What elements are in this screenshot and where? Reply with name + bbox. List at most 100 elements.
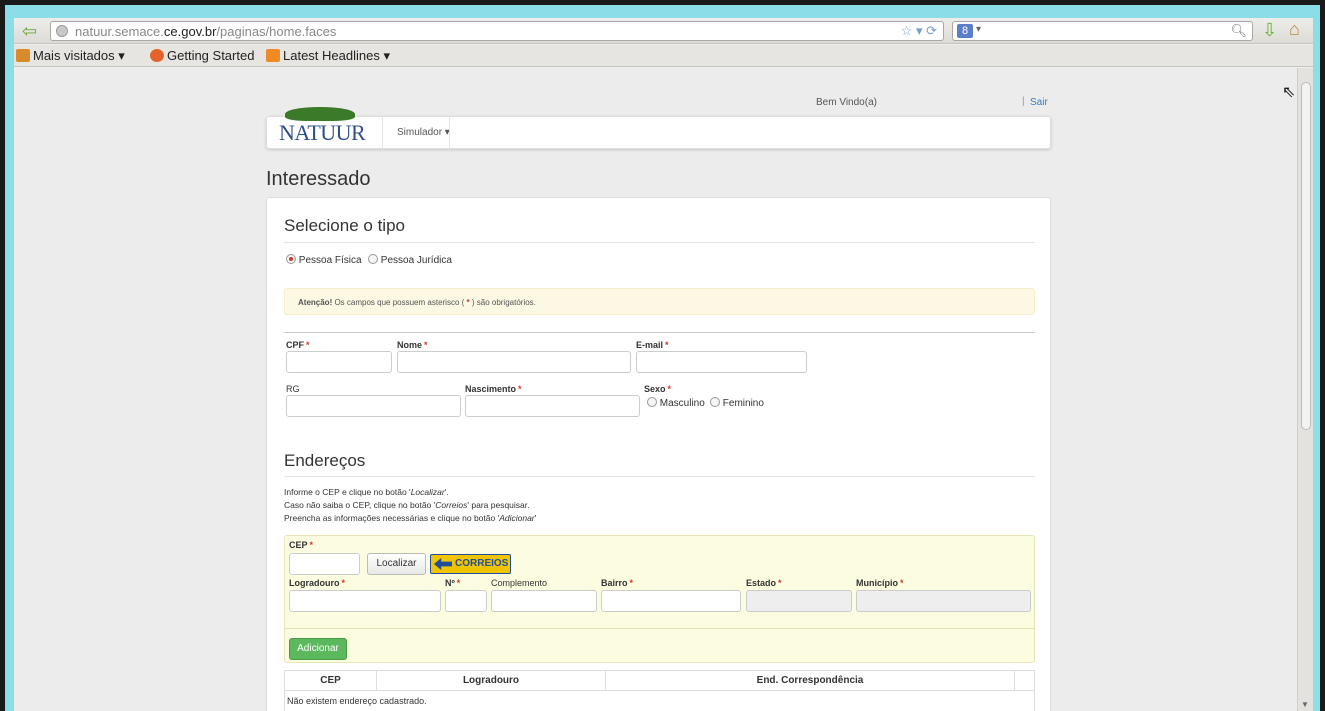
- cep-label: CEP *: [289, 540, 313, 550]
- alert-text: Os campos que possuem asterisco (: [332, 298, 467, 307]
- bookmark-label: Mais visitados ▾: [33, 48, 125, 63]
- alert-text: ) são obrigatórios.: [469, 298, 536, 307]
- help-emphasis: Correios: [435, 500, 468, 510]
- nav-divider: [449, 117, 450, 148]
- label-text: Município: [856, 578, 898, 588]
- search-icon[interactable]: 🔍︎: [1230, 23, 1247, 39]
- label-text: Sexo: [644, 384, 666, 394]
- browser-window: ⇦ natuur.semace.ce.gov.br/paginas/home.f…: [14, 18, 1313, 711]
- required-mark: *: [309, 540, 314, 550]
- email-input[interactable]: [636, 351, 807, 373]
- address-table: CEP Logradouro End. Correspondência Não …: [284, 670, 1035, 711]
- home-icon[interactable]: ⌂: [1289, 19, 1300, 40]
- radio-selected-icon[interactable]: [286, 254, 296, 264]
- download-icon[interactable]: ⇩: [1262, 20, 1277, 41]
- label-text: CEP: [289, 540, 308, 550]
- nascimento-input[interactable]: [465, 395, 640, 417]
- mouse-cursor-icon: ⇖: [1282, 84, 1296, 101]
- correios-logo-icon: [434, 558, 452, 570]
- column-header-logradouro: Logradouro: [377, 671, 606, 690]
- bookmark-latest-headlines[interactable]: Latest Headlines ▾: [266, 48, 390, 64]
- help-line-2: Caso não saiba o CEP, clique no botão 'C…: [284, 500, 530, 510]
- scroll-down-icon[interactable]: ▼: [1301, 700, 1309, 709]
- nav-divider: [382, 117, 383, 148]
- radio-label: Feminino: [722, 398, 764, 409]
- localizar-button[interactable]: Localizar: [367, 553, 426, 575]
- complemento-input[interactable]: [491, 590, 597, 612]
- required-mark: *: [900, 578, 904, 588]
- bookmarks-toolbar: Mais visitados ▾ Getting Started Latest …: [14, 45, 1313, 67]
- page-scrollbar[interactable]: ▼: [1297, 68, 1313, 711]
- search-engine-dropdown-icon[interactable]: ▾: [976, 24, 981, 35]
- radio-pessoa-fisica[interactable]: Pessoa Física: [286, 254, 362, 266]
- bookmark-label: Latest Headlines ▾: [283, 48, 390, 63]
- sexo-label: Sexo *: [644, 384, 671, 394]
- radio-icon[interactable]: [647, 397, 657, 407]
- bookmark-label: Getting Started: [167, 48, 255, 63]
- bairro-input[interactable]: [601, 590, 741, 612]
- radio-label: Masculino: [659, 398, 705, 409]
- numero-input[interactable]: [445, 590, 487, 612]
- rg-input[interactable]: [286, 395, 461, 417]
- radio-pessoa-juridica[interactable]: Pessoa Jurídica: [368, 254, 452, 266]
- browser-toolbar: ⇦ natuur.semace.ce.gov.br/paginas/home.f…: [14, 18, 1313, 44]
- search-bar[interactable]: 8 ▾ 🔍︎: [952, 21, 1253, 41]
- correios-text: CORREIOS: [455, 558, 509, 569]
- logout-link[interactable]: Sair: [1030, 97, 1048, 108]
- radio-icon[interactable]: [710, 397, 720, 407]
- simulador-menu[interactable]: Simulador ▾: [397, 127, 450, 138]
- label-text: Nº: [445, 578, 455, 588]
- email-label: E-mail *: [636, 340, 669, 350]
- cpf-input[interactable]: [286, 351, 392, 373]
- cep-input[interactable]: [289, 553, 360, 575]
- estado-label: Estado *: [746, 578, 782, 588]
- logradouro-input[interactable]: [289, 590, 441, 612]
- bookmark-star-reload-icons[interactable]: ☆ ▾ ⟳: [901, 23, 937, 39]
- search-engine-icon[interactable]: 8: [957, 24, 973, 38]
- required-mark: *: [667, 384, 672, 394]
- top-navbar: NATUUR Simulador ▾: [266, 107, 1051, 149]
- scrollbar-thumb[interactable]: [1301, 82, 1311, 430]
- table-empty-row: Não existem endereço cadastrado.: [285, 690, 1034, 711]
- municipio-input: [856, 590, 1031, 612]
- cpf-label: CPF *: [286, 340, 310, 350]
- help-text: ': [534, 513, 537, 523]
- help-text: '.: [444, 487, 449, 497]
- complemento-label: Complemento: [491, 578, 548, 588]
- nome-input[interactable]: [397, 351, 631, 373]
- municipio-label: Município *: [856, 578, 904, 588]
- divider: [284, 332, 1035, 333]
- required-mark: *: [778, 578, 782, 588]
- required-mark: *: [456, 578, 461, 588]
- nascimento-label: Nascimento *: [465, 384, 522, 394]
- back-arrow-icon[interactable]: ⇦: [22, 22, 44, 40]
- url-text: natuur.semace.ce.gov.br/paginas/home.fac…: [75, 24, 336, 39]
- label-text: CPF: [286, 340, 304, 350]
- radio-feminino[interactable]: Feminino: [710, 397, 764, 409]
- url-path: /paginas/home.faces: [216, 24, 337, 39]
- column-header-correspondencia: End. Correspondência: [606, 671, 1015, 690]
- logradouro-label: Logradouro *: [289, 578, 345, 588]
- logo-text: NATUUR: [279, 120, 366, 145]
- bookmark-getting-started[interactable]: Getting Started: [150, 48, 254, 63]
- page-viewport: Bem Vindo(a) | Sair NATUUR Simulador ▾ I…: [14, 68, 1297, 711]
- required-mark: *: [341, 578, 346, 588]
- adicionar-button[interactable]: Adicionar: [289, 638, 347, 660]
- folder-icon: [16, 49, 30, 62]
- required-mark: *: [424, 340, 428, 350]
- help-text: Preencha as informações necessárias e cl…: [284, 513, 500, 523]
- site-identity-icon[interactable]: [56, 25, 68, 37]
- radio-label: Pessoa Física: [298, 255, 362, 266]
- address-bar[interactable]: natuur.semace.ce.gov.br/paginas/home.fac…: [50, 21, 944, 41]
- label-text: Bairro: [601, 578, 628, 588]
- bookmark-most-visited[interactable]: Mais visitados ▾: [16, 48, 125, 64]
- help-text: Caso não saiba o CEP, clique no botão ': [284, 500, 436, 510]
- url-prefix: natuur.semace.: [75, 24, 164, 39]
- radio-masculino[interactable]: Masculino: [647, 397, 705, 409]
- alert-strong: Atenção!: [298, 298, 333, 307]
- estado-input: [746, 590, 852, 612]
- correios-button[interactable]: CORREIOS: [430, 554, 511, 574]
- type-heading: Selecione o tipo: [284, 216, 405, 235]
- natuur-logo[interactable]: NATUUR: [279, 107, 373, 149]
- radio-icon[interactable]: [368, 254, 378, 264]
